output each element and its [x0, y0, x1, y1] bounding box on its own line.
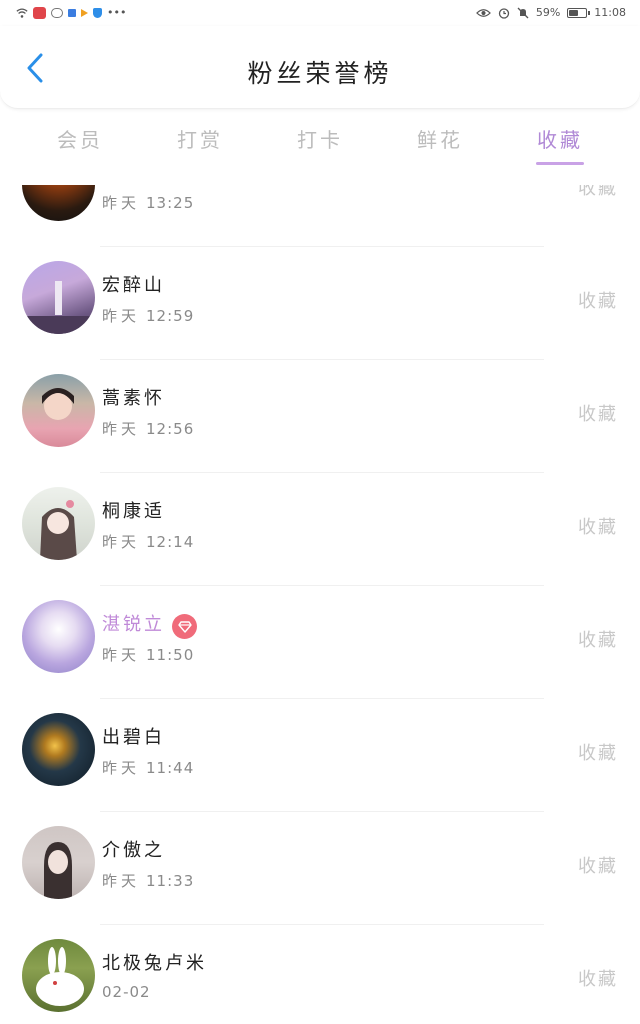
- eye-icon: [475, 8, 491, 17]
- avatar: [22, 600, 95, 673]
- status-icons-left: •••: [16, 6, 126, 19]
- avatar: [22, 374, 95, 447]
- favorite-label: 收藏: [578, 404, 618, 425]
- list-item[interactable]: 蒿素怀 昨天 12:56 收藏: [0, 360, 640, 473]
- list-item[interactable]: 昨天 13:25 收藏: [0, 185, 640, 247]
- list-item-time: 昨天 12:56: [102, 420, 195, 438]
- vip-badge: [172, 614, 197, 639]
- wifi-icon: [16, 8, 28, 18]
- favorite-label: 收藏: [578, 291, 618, 312]
- app-icon: [68, 8, 76, 17]
- avatar: [22, 713, 95, 786]
- list-item-time: 昨天 12:59: [102, 307, 195, 325]
- battery-percent: 59%: [535, 6, 561, 19]
- favorite-label: 收藏: [578, 969, 618, 990]
- tab-tip[interactable]: 打赏: [140, 124, 260, 153]
- list-item-name: 桐康适: [102, 501, 165, 522]
- diamond-icon: [177, 620, 192, 633]
- list-item-time: 昨天 11:50: [102, 646, 195, 664]
- list-item-name: 出碧白: [102, 727, 165, 748]
- avatar: [22, 185, 95, 221]
- status-icons-right: 59% 11:08: [475, 6, 626, 19]
- tab-flowers[interactable]: 鲜花: [380, 124, 500, 153]
- list-item[interactable]: 出碧白 昨天 11:44 收藏: [0, 699, 640, 812]
- tab-checkin[interactable]: 打卡: [260, 124, 380, 153]
- list-item[interactable]: 介傲之 昨天 11:33 收藏: [0, 812, 640, 925]
- list-item[interactable]: 北极兔卢米 02-02 收藏: [0, 925, 640, 1024]
- app-notification-icon: [33, 6, 46, 19]
- mute-icon: [517, 7, 529, 18]
- list-item-name: 宏醉山: [102, 275, 165, 296]
- favorite-label: 收藏: [578, 185, 618, 199]
- list-item-name: 湛锐立: [102, 614, 165, 635]
- list-item-name: 蒿素怀: [102, 388, 165, 409]
- list-item-time: 昨天 13:25: [102, 194, 195, 212]
- favorite-label: 收藏: [578, 856, 618, 877]
- active-tab-indicator: [536, 162, 584, 165]
- favorite-label: 收藏: [578, 630, 618, 651]
- list-item[interactable]: 桐康适 昨天 12:14 收藏: [0, 473, 640, 586]
- list-item[interactable]: 湛锐立 昨天 11:50 收藏: [0, 586, 640, 699]
- status-bar: ••• 59% 11:08: [0, 0, 640, 26]
- page-title: 粉丝荣誉榜: [247, 59, 393, 88]
- fan-list: 昨天 13:25 收藏 宏醉山 昨天 12:59 收藏 蒿素怀 昨天 12:56 收藏…: [0, 185, 640, 1024]
- list-item-time: 02-02: [102, 983, 151, 1001]
- avatar: [22, 261, 95, 334]
- tab-member[interactable]: 会员: [20, 124, 140, 153]
- avatar: [22, 487, 95, 560]
- tab-bar: 会员 打赏 打卡 鲜花 收藏: [0, 110, 640, 170]
- tab-favorites[interactable]: 收藏: [500, 124, 620, 153]
- list-item[interactable]: 宏醉山 昨天 12:59 收藏: [0, 247, 640, 360]
- favorite-label: 收藏: [578, 517, 618, 538]
- avatar: [22, 939, 95, 1012]
- list-item-time: 昨天 12:14: [102, 533, 195, 551]
- list-item-name: 介傲之: [102, 840, 165, 861]
- more-icon: •••: [107, 6, 127, 19]
- list-item-name: 北极兔卢米: [102, 953, 207, 974]
- list-item-time: 昨天 11:33: [102, 872, 195, 890]
- header: 粉丝荣誉榜: [0, 26, 640, 109]
- favorite-label: 收藏: [578, 743, 618, 764]
- play-icon: [81, 8, 88, 17]
- clock: 11:08: [594, 6, 626, 19]
- shield-icon: [93, 7, 102, 18]
- avatar: [22, 826, 95, 899]
- battery-icon: [567, 7, 591, 18]
- list-item-time: 昨天 11:44: [102, 759, 195, 777]
- battery-level: [569, 9, 579, 16]
- alarm-icon: [498, 7, 509, 19]
- wechat-icon: [51, 7, 63, 18]
